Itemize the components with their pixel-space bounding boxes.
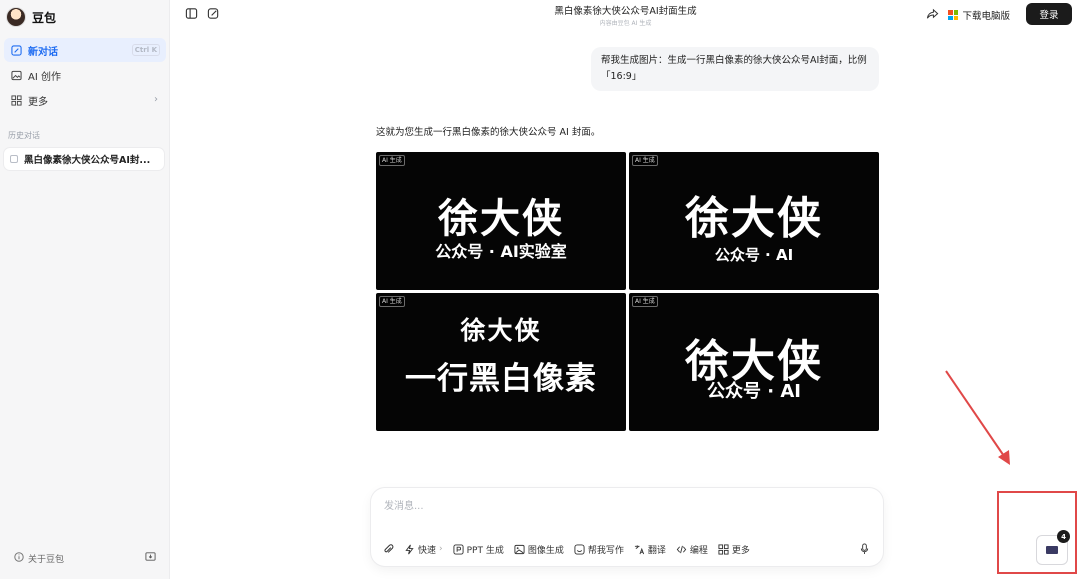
sidebar-item-ai-create[interactable]: AI 创作 <box>4 63 166 87</box>
sidebar-item-label: 更多 <box>28 96 48 108</box>
generated-image-grid: AI 生成 徐大侠 公众号 · AI实验室 AI 生成 徐大侠 公众号 · AI… <box>376 152 879 431</box>
ai-badge: AI 生成 <box>632 296 658 307</box>
page-subtitle: 内容由豆包 AI 生成 <box>599 20 652 27</box>
tool-label: 翻译 <box>647 545 666 556</box>
more-tools-button[interactable]: 更多 <box>718 543 750 556</box>
avatar <box>6 7 26 27</box>
tool-label: PPT 生成 <box>466 545 504 556</box>
quick-mode-button[interactable]: 快速 › <box>404 543 443 556</box>
writing-button[interactable]: 帮我写作 <box>574 543 624 556</box>
translate-button[interactable]: 翻译 <box>634 543 666 556</box>
generated-image[interactable]: AI 生成 徐大侠 公众号 · AI实验室 <box>376 152 626 290</box>
history-item-label: 黑白像素徐大侠公众号AI封... <box>24 155 151 166</box>
ai-badge: AI 生成 <box>379 296 405 307</box>
brand[interactable]: 豆包 <box>6 6 56 28</box>
download-label: 下载电脑版 <box>962 11 1010 22</box>
share-icon[interactable] <box>926 8 940 22</box>
tool-label: 编程 <box>689 545 708 556</box>
image-generate-button[interactable]: 图像生成 <box>514 543 564 556</box>
download-desktop-button[interactable]: 下载电脑版 <box>948 8 1010 22</box>
write-icon <box>574 543 585 555</box>
tool-label: 更多 <box>731 545 750 556</box>
translate-icon <box>634 544 645 555</box>
image-subtitle: 公众号 · AI <box>714 246 794 264</box>
history-item[interactable]: 黑白像素徐大侠公众号AI封... <box>4 148 164 170</box>
about-link[interactable]: 关于豆包 <box>14 551 65 565</box>
chevron-right-icon: › <box>439 544 443 554</box>
generated-image[interactable]: AI 生成 徐大侠 一行黑白像素 <box>376 293 626 431</box>
lightning-icon <box>404 544 415 555</box>
new-chat-icon[interactable] <box>207 7 221 21</box>
shortcut-hint: Ctrl K <box>131 44 160 56</box>
sidebar-toggle-icon[interactable] <box>185 7 199 21</box>
ai-badge: AI 生成 <box>632 155 658 166</box>
generated-image[interactable]: AI 生成 徐大侠 公众号 · AI <box>629 293 879 431</box>
sidebar-item-label: 新对话 <box>28 46 58 58</box>
keyboard-icon <box>1046 546 1058 554</box>
microphone-icon[interactable] <box>855 540 873 558</box>
windows-logo-icon <box>948 10 959 20</box>
tool-label: 快速 <box>418 545 437 556</box>
chevron-right-icon: › <box>154 94 158 105</box>
brand-name: 豆包 <box>32 10 57 25</box>
attach-button[interactable] <box>383 543 394 555</box>
notification-badge: 4 <box>1057 530 1070 543</box>
paperclip-icon <box>383 543 394 555</box>
image-title: 徐大侠 <box>685 193 823 244</box>
image-title: 徐大侠 <box>438 196 564 242</box>
tool-label: 图像生成 <box>527 545 564 556</box>
user-message-bubble: 帮我生成图片：生成一行黑白像素的徐大侠公众号AI封面，比例 「16:9」 <box>591 47 879 91</box>
download-app-icon[interactable] <box>145 551 156 565</box>
message-composer: 快速 › PPT 生成 图像生成 帮我写作 翻译 <box>371 488 883 566</box>
page-title: 黑白像素徐大侠公众号AI封面生成 <box>554 6 697 17</box>
image-subtitle: 一行黑白像素 <box>405 361 597 397</box>
image-title: 徐大侠 <box>460 316 542 345</box>
code-button[interactable]: 编程 <box>676 543 708 556</box>
assistant-reply: 这就为您生成一行黑白像素的徐大侠公众号 AI 封面。 <box>376 127 601 138</box>
annotation-arrow <box>945 370 1010 465</box>
sidebar-item-new-chat[interactable]: 新对话 Ctrl K <box>4 38 166 62</box>
info-icon <box>14 551 24 565</box>
image-subtitle: 公众号 · AI实验室 <box>435 242 567 261</box>
conversation-title: 黑白像素徐大侠公众号AI封面生成 内容由豆包 AI 生成 <box>554 3 696 27</box>
about-label: 关于豆包 <box>28 554 65 565</box>
login-button[interactable]: 登录 <box>1026 3 1072 25</box>
ppt-icon <box>453 543 464 555</box>
grid-icon <box>10 94 22 106</box>
image-subtitle: 公众号 · AI <box>707 381 801 402</box>
edit-icon <box>10 44 22 56</box>
composer-toolbar: 快速 › PPT 生成 图像生成 帮我写作 翻译 编程 更多 <box>383 540 750 558</box>
sidebar: 豆包 新对话 Ctrl K AI 创作 更多 › 历史对话 黑白像素徐大侠公众号… <box>0 0 170 579</box>
chat-icon <box>10 155 18 163</box>
history-label: 历史对话 <box>8 131 40 140</box>
grid-icon <box>718 543 729 555</box>
image-icon <box>10 69 22 81</box>
image-gen-icon <box>514 544 525 555</box>
sidebar-item-label: AI 创作 <box>28 71 61 83</box>
generated-image[interactable]: AI 生成 徐大侠 公众号 · AI <box>629 152 879 290</box>
ppt-generate-button[interactable]: PPT 生成 <box>453 543 504 556</box>
sidebar-item-more[interactable]: 更多 › <box>4 88 166 112</box>
tool-label: 帮我写作 <box>587 545 624 556</box>
ai-badge: AI 生成 <box>379 155 405 166</box>
code-icon <box>676 544 687 555</box>
sidebar-nav: 新对话 Ctrl K AI 创作 更多 › <box>4 38 166 113</box>
message-input[interactable] <box>384 496 864 516</box>
sidebar-footer: 关于豆包 <box>14 551 156 565</box>
top-header: 黑白像素徐大侠公众号AI封面生成 内容由豆包 AI 生成 下载电脑版 登录 <box>171 0 1080 30</box>
